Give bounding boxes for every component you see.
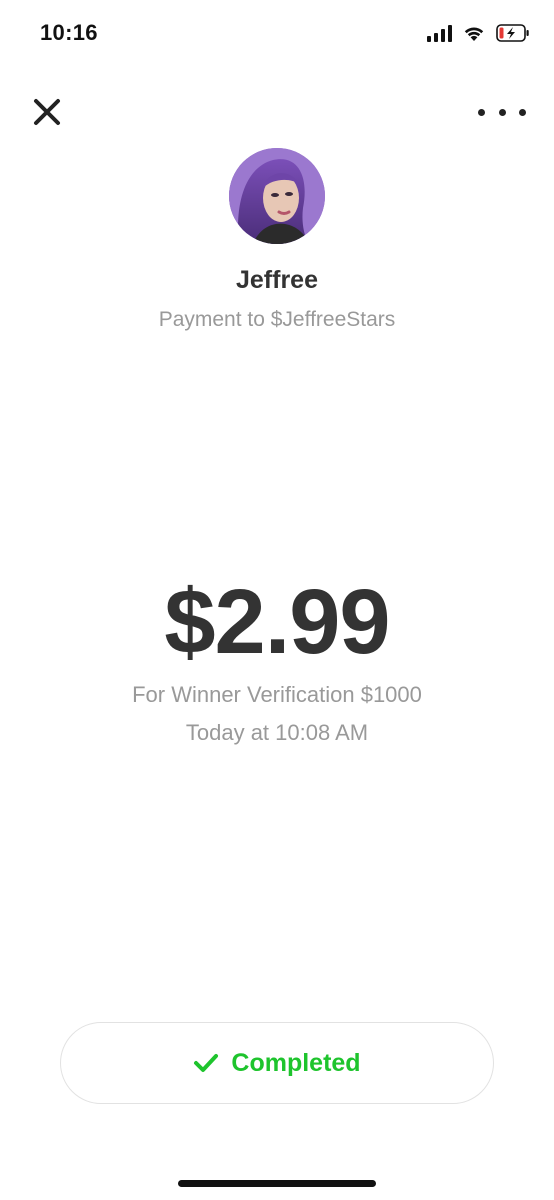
status-badge: Completed: [60, 1022, 494, 1104]
payment-amount: $2.99: [164, 571, 390, 673]
avatar: [229, 148, 325, 244]
status-label: Completed: [231, 1048, 361, 1077]
wifi-icon: [462, 24, 486, 42]
close-button[interactable]: [30, 95, 64, 129]
recipient-name: Jeffree: [236, 266, 318, 294]
battery-charging-icon: [496, 24, 530, 42]
payment-timestamp: Today at 10:08 AM: [185, 720, 369, 745]
check-icon: [193, 1052, 219, 1074]
status-icons: [427, 20, 530, 46]
payment-detail-screen: 10:16 Jeffree Payment to $JeffreeStars $…: [0, 0, 554, 1200]
recipient-subtitle: Payment to $JeffreeStars: [158, 308, 396, 331]
more-options-button[interactable]: [478, 100, 526, 124]
status-time: 10:16: [40, 20, 98, 45]
more-icon: [478, 108, 485, 116]
payment-note: For Winner Verification $1000: [132, 682, 422, 707]
close-icon: [34, 99, 60, 125]
signal-icon: [427, 24, 452, 42]
home-indicator[interactable]: [178, 1180, 376, 1187]
